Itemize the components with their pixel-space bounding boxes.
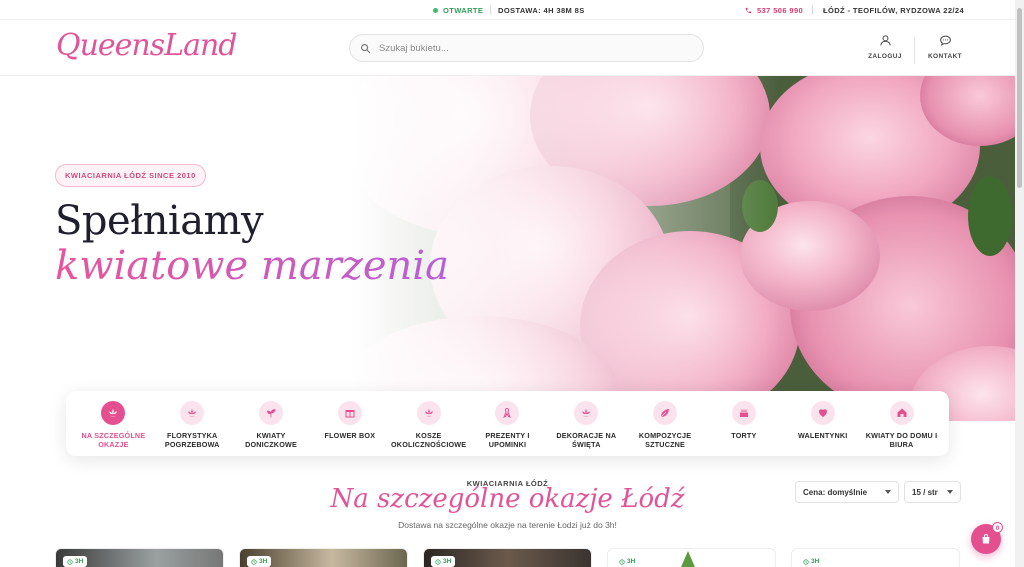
logo[interactable]: QueensLand [56,28,237,63]
delivery-time-badge: 3H [247,556,272,567]
search-icon [361,43,371,53]
contact-button[interactable]: KONTAKT [920,34,970,60]
category-label: NA SZCZEGÓLNE OKAZJE [81,431,146,449]
category-label: WALENTYNKI [797,431,848,440]
hero-banner: KWIACIARNIA ŁÓDŹ SINCE 2010 Spełniamy kw… [0,76,1015,421]
site-header: QueensLand ZALOGUJ KONTAKT [0,20,1015,76]
hero-badge: KWIACIARNIA ŁÓDŹ SINCE 2010 [55,164,206,187]
lotus-icon [416,401,441,425]
category-label: KWIATY DO DOMU I BIURA [865,431,938,449]
clock-icon [251,558,257,565]
category-home-office[interactable]: KWIATY DO DOMU I BIURA [862,391,941,456]
scrollbar-thumb[interactable] [1017,8,1022,188]
category-label: KWIATY DONICZKOWE [245,431,297,449]
store-address: ŁÓDŹ - TEOFILÓW, RYDZOWA 22/24 [823,6,965,15]
category-label: FLORYSTYKA POGRZEBOWA [164,431,220,449]
divider [914,38,915,64]
clock-icon [619,558,625,565]
category-label: KOMPOZYCJE SZTUCZNE [638,431,692,449]
category-artificial[interactable]: KOMPOZYCJE SZTUCZNE [626,391,705,456]
hero-title-line1: Spełniamy [55,198,264,244]
login-label: ZALOGUJ [868,53,902,60]
phone-link[interactable]: 537 506 990 [745,6,803,15]
search-bar [349,34,704,62]
lotus-icon [180,401,205,425]
delivery-countdown: DOSTAWA: 4H 38M 8S [498,6,585,15]
cake-icon [731,401,756,425]
delivery-time-label: 3H [627,558,636,565]
divider [490,5,491,15]
status-dot-icon [433,8,438,13]
product-card[interactable]: 3H [607,548,776,567]
category-label: DEKORACJE NA ŚWIĘTA [556,431,617,449]
category-label: PREZENTY I UPOMINKI [485,431,530,449]
section-subtitle: Dostawa na szczególne okazje na terenie … [398,520,617,530]
chat-icon [939,35,951,46]
clock-icon [435,558,441,565]
lotus-icon [101,401,126,425]
contact-label: KONTAKT [927,53,963,60]
cart-count-badge: 0 [992,522,1003,533]
lotus-icon [574,401,599,425]
product-card[interactable]: 3H [239,548,408,567]
delivery-time-label: 3H [259,558,268,565]
shopping-bag-icon [982,534,990,544]
delivery-time-label: 3H [443,558,452,565]
category-baskets[interactable]: KOSZE OKOLICZNOŚCIOWE [389,391,468,456]
leaf-icon [653,401,678,425]
phone-number: 537 506 990 [757,6,804,15]
search-input[interactable] [379,42,679,54]
category-label: KOSZE OKOLICZNOŚCIOWE [391,431,467,449]
divider [812,5,813,15]
cart-button[interactable]: 0 [971,522,1003,554]
sprout-icon [259,401,284,425]
category-funeral[interactable]: FLORYSTYKA POGRZEBOWA [153,391,232,456]
open-status-label: OTWARTE [443,6,484,15]
page: OTWARTE DOSTAWA: 4H 38M 8S 537 506 990 Ł… [0,0,1024,567]
category-special-occasions[interactable]: NA SZCZEGÓLNE OKAZJE [74,391,153,456]
heart-icon [810,401,835,425]
sort-select[interactable]: Cena: domyślnie [795,481,899,503]
phone-icon [745,7,752,14]
category-nav: NA SZCZEGÓLNE OKAZJE FLORYSTYKA POGRZEBO… [66,391,949,456]
plant-image [681,551,695,567]
clock-icon [67,558,73,565]
chevron-down-icon [885,490,891,494]
delivery-time-badge: 3H [799,556,824,567]
delivery-time-label: 3H [75,558,84,565]
hero-title-line2: kwiatowe marzenia [55,243,449,289]
gift-icon [337,401,362,425]
category-gifts[interactable]: PREZENTY I UPOMINKI [468,391,547,456]
per-page-select-value: 15 / str [912,487,938,497]
delivery-time-label: 3H [811,558,820,565]
category-label: TORTY [731,431,757,440]
user-icon [879,35,891,46]
home-icon [889,401,914,425]
product-card[interactable]: 3H [423,548,592,567]
open-status: OTWARTE [433,6,483,15]
chevron-down-icon [947,490,953,494]
category-valentines[interactable]: WALENTYNKI [783,391,862,456]
delivery-time-badge: 3H [431,556,456,567]
category-potted[interactable]: KWIATY DONICZKOWE [232,391,311,456]
product-card[interactable]: 3H [791,548,960,567]
category-flower-box[interactable]: FLOWER BOX [310,391,389,456]
category-label: FLOWER BOX [324,431,376,440]
product-card[interactable]: 3H [55,548,224,567]
page-scrollbar[interactable] [1015,0,1024,567]
delivery-time-badge: 3H [63,556,88,567]
top-bar: OTWARTE DOSTAWA: 4H 38M 8S 537 506 990 Ł… [0,0,1015,20]
per-page-select[interactable]: 15 / str [904,481,961,503]
clock-icon [803,558,809,565]
ribbon-icon [495,401,520,425]
sort-select-value: Cena: domyślnie [803,487,868,497]
delivery-time-badge: 3H [615,556,640,567]
category-cakes[interactable]: TORTY [705,391,784,456]
category-holiday-decor[interactable]: DEKORACJE NA ŚWIĘTA [547,391,626,456]
login-button[interactable]: ZALOGUJ [860,34,910,60]
